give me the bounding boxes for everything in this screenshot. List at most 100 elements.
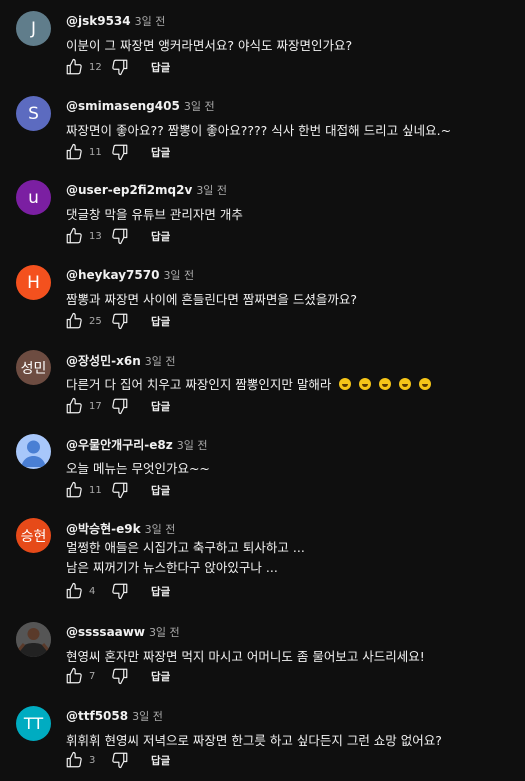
comment-text: 이분이 그 짜장면 앵커라면서요? 야식도 짜장면인가요? (66, 36, 352, 56)
comment-text: 짬뽕과 짜장면 사이에 흔들린다면 짬짜면을 드셨을까요? (66, 290, 357, 310)
default-user-icon (21, 440, 46, 467)
comment-header: @박승현-e9k 3일 전 (66, 520, 175, 537)
author-name[interactable]: @장성민-x6n (66, 354, 141, 368)
laughing-emoji-icon (399, 378, 412, 390)
laughing-emoji-icon (419, 378, 432, 390)
thumbs-up-icon[interactable] (63, 225, 85, 247)
comment-line: 짜장면이 좋아요?? 짬뽕이 좋아요???? 식사 한번 대접해 드리고 싶네요… (66, 123, 452, 138)
thumbs-up-icon[interactable] (63, 580, 85, 602)
author-name[interactable]: @우물안개구리-e8z (66, 438, 173, 452)
comment-actions: 12 답글 (63, 56, 170, 78)
avatar[interactable]: H (16, 265, 51, 300)
laughing-emoji-icon (379, 378, 392, 390)
comment-time[interactable]: 3일 전 (184, 100, 215, 113)
comment-time[interactable]: 3일 전 (177, 439, 208, 452)
author-name[interactable]: @ttf5058 (66, 709, 128, 723)
laughing-emoji-icon (339, 378, 352, 390)
comment-actions: 11 답글 (63, 141, 170, 163)
comment-text: 오늘 메뉴는 무엇인가요~~ (66, 459, 210, 479)
comment-actions: 25 답글 (63, 310, 170, 332)
author-name[interactable]: @jsk9534 (66, 14, 131, 28)
comment-time[interactable]: 3일 전 (163, 269, 194, 282)
avatar[interactable]: J (16, 11, 51, 46)
thumbs-up-icon[interactable] (63, 395, 85, 417)
comment-header: @smimaseng405 3일 전 (66, 98, 215, 114)
thumbs-up-icon[interactable] (63, 665, 85, 687)
reply-button[interactable]: 답글 (151, 145, 170, 160)
comment-header: @user-ep2fi2mq2v 3일 전 (66, 182, 227, 198)
comment-text: 현영씨 혼자만 짜장면 먹지 마시고 어머니도 좀 물어보고 사드리세요! (66, 647, 425, 667)
thumbs-down-icon[interactable] (109, 479, 131, 501)
comment-text: 짜장면이 좋아요?? 짬뽕이 좋아요???? 식사 한번 대접해 드리고 싶네요… (66, 121, 451, 141)
author-name[interactable]: @박승현-e9k (66, 522, 141, 536)
thumbs-down-icon[interactable] (109, 225, 131, 247)
avatar[interactable]: 승현 (16, 518, 51, 553)
comment-time[interactable]: 3일 전 (149, 626, 180, 639)
reply-button[interactable]: 답글 (151, 60, 170, 75)
comment-line: 멀쩡한 애들은 시집가고 축구하고 퇴사하고 ... (66, 540, 305, 555)
comment-text: 댓글창 막을 유튜브 관리자면 개추 (66, 205, 243, 225)
like-count: 25 (89, 315, 102, 327)
avatar[interactable]: S (16, 96, 51, 131)
like-count: 11 (89, 484, 102, 496)
comment-line: 오늘 메뉴는 무엇인가요~~ (66, 461, 210, 476)
author-name[interactable]: @smimaseng405 (66, 99, 180, 113)
author-name[interactable]: @ssssaaww (66, 625, 145, 639)
comment-line: 남은 찌꺼기가 뉴스한다구 앉아있구나 ... (66, 560, 278, 575)
laughing-emoji-icon (359, 378, 372, 390)
comment-actions: 7 답글 (63, 665, 170, 687)
comment-text: 휘휘휘 현영씨 저녁으로 짜장면 한그릇 하고 싶다든지 그런 쇼망 없어요? (66, 731, 442, 751)
reply-button[interactable]: 답글 (151, 584, 170, 599)
avatar[interactable]: u (16, 180, 51, 215)
comment-time[interactable]: 3일 전 (145, 523, 176, 536)
avatar[interactable]: TT (16, 706, 51, 741)
comment-line: 댓글창 막을 유튜브 관리자면 개추 (66, 207, 243, 222)
reply-button[interactable]: 답글 (151, 314, 170, 329)
comment-actions: 4 답글 (63, 580, 170, 602)
comment-time[interactable]: 3일 전 (145, 355, 176, 368)
comment-time[interactable]: 3일 전 (196, 184, 227, 197)
comment-line: 이분이 그 짜장면 앵커라면서요? 야식도 짜장면인가요? (66, 38, 353, 53)
comment-text: 멀쩡한 애들은 시집가고 축구하고 퇴사하고 ... 남은 찌꺼기가 뉴스한다구… (66, 538, 305, 578)
author-name[interactable]: @user-ep2fi2mq2v (66, 183, 192, 197)
comment-header: @장성민-x6n 3일 전 (66, 352, 175, 369)
thumbs-up-icon[interactable] (63, 479, 85, 501)
reply-button[interactable]: 답글 (151, 753, 170, 768)
comment-header: @우물안개구리-e8z 3일 전 (66, 436, 207, 453)
comment-time[interactable]: 3일 전 (132, 710, 163, 723)
thumbs-up-icon[interactable] (63, 749, 85, 771)
comment-header: @ttf5058 3일 전 (66, 708, 163, 724)
comment-text: 다른거 다 집어 치우고 짜장인지 짬뽕인지만 말해라 (66, 375, 432, 395)
avatar[interactable]: 성민 (16, 350, 51, 385)
author-name[interactable]: @heykay7570 (66, 268, 159, 282)
thumbs-down-icon[interactable] (109, 141, 131, 163)
thumbs-up-icon[interactable] (63, 310, 85, 332)
comment-line: 다른거 다 집어 치우고 짜장인지 짬뽕인지만 말해라 (66, 377, 332, 392)
thumbs-down-icon[interactable] (109, 310, 131, 332)
thumbs-down-icon[interactable] (109, 665, 131, 687)
comment-time[interactable]: 3일 전 (135, 15, 166, 28)
thumbs-down-icon[interactable] (109, 395, 131, 417)
avatar[interactable] (16, 622, 51, 657)
like-count: 17 (89, 400, 102, 412)
comment-line: 휘휘휘 현영씨 저녁으로 짜장면 한그릇 하고 싶다든지 그런 쇼망 없어요? (66, 733, 442, 748)
comment-header: @jsk9534 3일 전 (66, 13, 165, 29)
like-count: 7 (89, 670, 96, 682)
comment-actions: 3 답글 (63, 749, 170, 771)
thumbs-down-icon[interactable] (109, 749, 131, 771)
reply-button[interactable]: 답글 (151, 669, 170, 684)
avatar[interactable] (16, 434, 51, 469)
thumbs-down-icon[interactable] (109, 56, 131, 78)
reply-button[interactable]: 답글 (151, 399, 170, 414)
comment-actions: 17 답글 (63, 395, 170, 417)
reply-button[interactable]: 답글 (151, 229, 170, 244)
comment-line: 짬뽕과 짜장면 사이에 흔들린다면 짬짜면을 드셨을까요? (66, 292, 358, 307)
thumbs-up-icon[interactable] (63, 56, 85, 78)
comment-actions: 11 답글 (63, 479, 170, 501)
thumbs-down-icon[interactable] (109, 580, 131, 602)
comment-header: @heykay7570 3일 전 (66, 267, 194, 283)
thumbs-up-icon[interactable] (63, 141, 85, 163)
comment-header: @ssssaaww 3일 전 (66, 624, 180, 640)
like-count: 3 (89, 754, 96, 766)
reply-button[interactable]: 답글 (151, 483, 170, 498)
